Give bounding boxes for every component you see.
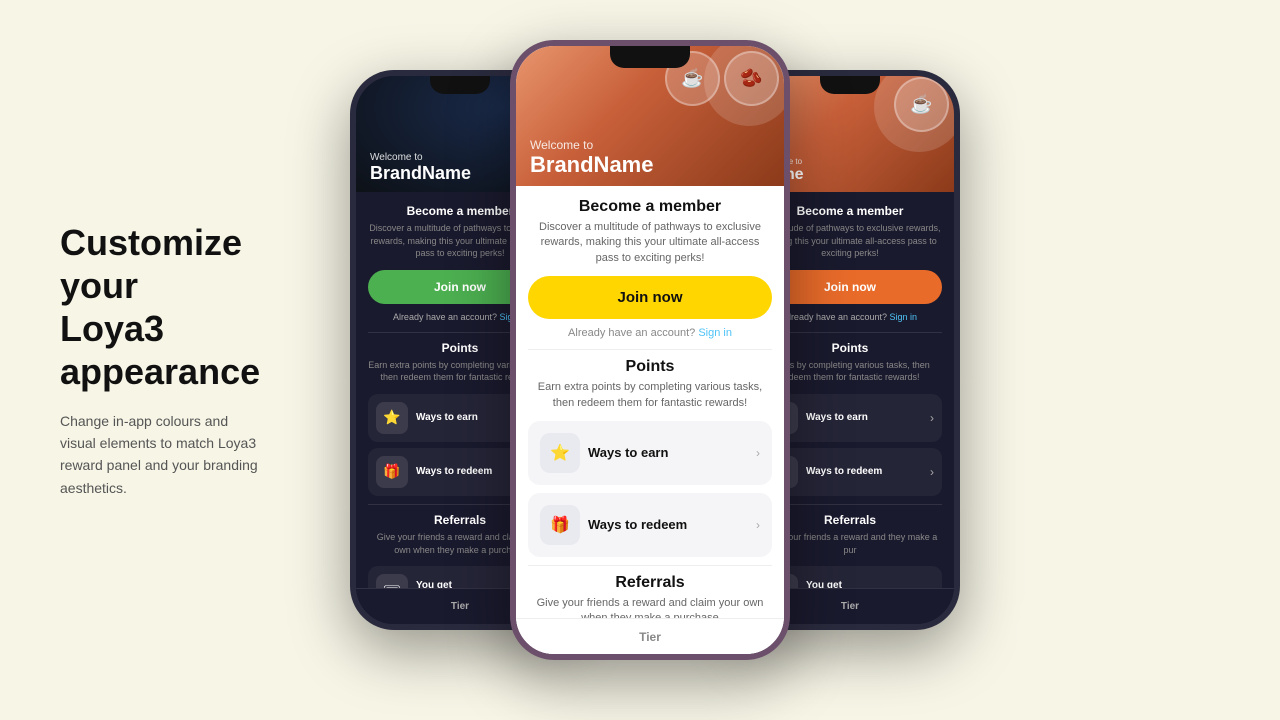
headline: Customize your Loya3 appearance: [60, 221, 260, 394]
divider-center-2: [528, 565, 772, 566]
points-section-center: Points Earn extra points by completing v…: [528, 358, 772, 557]
notch-right: [820, 76, 880, 94]
notch-left: [430, 76, 490, 94]
ways-earn-center[interactable]: ⭐ Ways to earn ›: [528, 421, 772, 485]
chevron-redeem: ›: [756, 518, 760, 532]
chevron-right-redeem: ›: [930, 465, 934, 479]
phone-light-yellow: ☕ 🫘 Welcome to BrandName Become a member…: [510, 40, 790, 660]
phones-showcase: Welcome to BrandName Become a member Dis…: [320, 0, 1280, 720]
chevron-earn: ›: [756, 446, 760, 460]
bottom-nav-center[interactable]: Tier: [516, 618, 784, 654]
notch-center: [610, 46, 690, 68]
ways-redeem-center[interactable]: 🎁 Ways to redeem ›: [528, 493, 772, 557]
coffee-cup-right: ☕: [894, 77, 949, 132]
sign-in-center: Already have an account? Sign in: [528, 327, 772, 339]
redeem-icon-center: 🎁: [540, 505, 580, 545]
description: Change in-app colours and visual element…: [60, 410, 260, 500]
coffee-circles-right: ☕: [894, 77, 949, 132]
left-panel: Customize your Loya3 appearance Change i…: [0, 181, 320, 539]
redeem-icon-left: 🎁: [376, 456, 408, 488]
join-btn-center[interactable]: Join now: [528, 276, 772, 319]
divider-center-1: [528, 349, 772, 350]
earn-icon-left: ⭐: [376, 402, 408, 434]
header-overlay-center: Welcome to BrandName: [530, 138, 653, 178]
chevron-right-earn: ›: [930, 411, 934, 425]
phone-center-body: Become a member Discover a multitude of …: [516, 186, 784, 660]
header-overlay-left: Welcome to BrandName: [370, 152, 471, 184]
earn-icon-center: ⭐: [540, 433, 580, 473]
coffee-beans-icon: 🫘: [724, 51, 779, 106]
